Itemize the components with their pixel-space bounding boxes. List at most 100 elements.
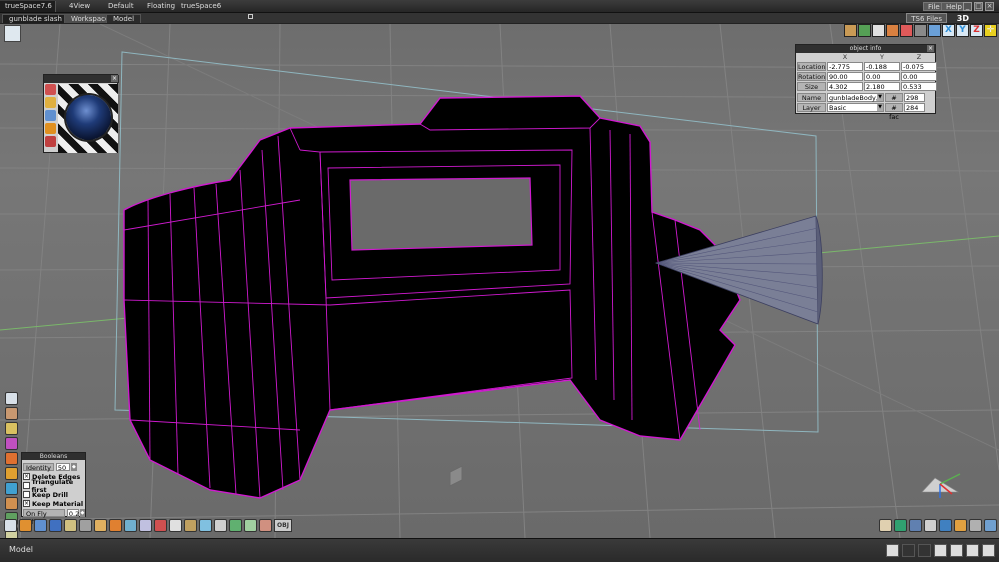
home-icon[interactable]: [900, 24, 913, 37]
link-icon[interactable]: [79, 519, 92, 532]
camera-icon[interactable]: [914, 24, 927, 37]
keep-material-row[interactable]: × Keep Material: [23, 499, 83, 508]
point-edit-icon[interactable]: [5, 437, 18, 450]
layer-select[interactable]: Basic ▼: [827, 103, 884, 112]
sphere-tool-icon[interactable]: [109, 519, 122, 532]
axis-y-icon[interactable]: Y: [956, 24, 969, 37]
location-x-field[interactable]: -2.775: [827, 62, 863, 71]
texture-icon[interactable]: [928, 24, 941, 37]
brush-icon[interactable]: [45, 97, 56, 108]
hand-icon[interactable]: [879, 519, 892, 532]
orbit-icon[interactable]: [924, 519, 937, 532]
move-icon[interactable]: ✛: [984, 24, 997, 37]
scene-name-tab[interactable]: gunblade slash: [2, 14, 69, 23]
sphere-icon[interactable]: [45, 123, 56, 134]
location-y-field[interactable]: -0.188: [864, 62, 900, 71]
chevron-down-icon[interactable]: ▼: [877, 104, 883, 111]
window-icon[interactable]: [886, 544, 899, 557]
zoom-icon[interactable]: [909, 519, 922, 532]
rotate-icon[interactable]: [5, 422, 18, 435]
scene-icon[interactable]: [934, 544, 947, 557]
checker-icon[interactable]: [214, 519, 227, 532]
lasso-icon[interactable]: [5, 407, 18, 420]
minimize-icon[interactable]: _: [963, 2, 972, 11]
rotation-y-field[interactable]: 0.00: [864, 72, 900, 81]
cube-icon[interactable]: [19, 519, 32, 532]
preferences-icon[interactable]: [982, 544, 995, 557]
display-icon[interactable]: [969, 519, 982, 532]
axis-z-icon[interactable]: Z: [970, 24, 983, 37]
object-icon[interactable]: [844, 24, 857, 37]
editor-icon[interactable]: [966, 544, 979, 557]
ts6-files-button[interactable]: TS6 Files: [906, 13, 947, 23]
frame-icon[interactable]: [872, 24, 885, 37]
sweep-icon[interactable]: [5, 482, 18, 495]
keep-material-checkbox[interactable]: ×: [23, 500, 30, 507]
bevel-icon[interactable]: [5, 497, 18, 510]
restore-icon[interactable]: □: [974, 2, 983, 11]
face-icon[interactable]: [259, 519, 272, 532]
light-icon[interactable]: [34, 519, 47, 532]
mode-3d-label[interactable]: 3D: [954, 13, 972, 24]
path-icon[interactable]: [124, 519, 137, 532]
library-icon[interactable]: [950, 544, 963, 557]
rotation-x-field[interactable]: 90.00: [827, 72, 863, 81]
rotation-z-field[interactable]: 0.00: [901, 72, 937, 81]
view-mode-icon[interactable]: [4, 25, 21, 42]
render-view-icon[interactable]: [954, 519, 967, 532]
triangulate-first-row[interactable]: Triangulate first: [23, 478, 85, 494]
tab-model[interactable]: Model: [106, 14, 142, 23]
name-field[interactable]: gunbladeBody,2 ▼: [827, 93, 884, 102]
material-swatch[interactable]: [58, 84, 118, 153]
glue-icon[interactable]: [94, 519, 107, 532]
close-icon[interactable]: ×: [111, 75, 118, 82]
camera-tool-icon[interactable]: [49, 519, 62, 532]
deform-tool-icon[interactable]: [184, 519, 197, 532]
size-x-field[interactable]: 4.302: [827, 82, 863, 91]
grid-icon[interactable]: [199, 519, 212, 532]
axis-x-icon[interactable]: X: [942, 24, 955, 37]
script-icon[interactable]: [918, 544, 931, 557]
chevron-down-icon[interactable]: ▼: [877, 94, 883, 101]
on-fly-offset-field[interactable]: 0.2: [66, 508, 79, 518]
close-icon[interactable]: ×: [985, 2, 994, 11]
console-icon[interactable]: [902, 544, 915, 557]
layers-icon[interactable]: [984, 519, 997, 532]
close-icon[interactable]: ×: [927, 45, 934, 52]
render-icon[interactable]: [886, 24, 899, 37]
size-z-field[interactable]: 0.533: [901, 82, 937, 91]
location-z-field[interactable]: -0.075: [901, 62, 937, 71]
skeleton-icon[interactable]: [229, 519, 242, 532]
layout-tab-4view[interactable]: 4View: [64, 1, 95, 12]
keep-drill-checkbox[interactable]: [23, 491, 30, 498]
bones-icon[interactable]: [244, 519, 257, 532]
group-icon[interactable]: [64, 519, 77, 532]
size-y-field[interactable]: 2.180: [864, 82, 900, 91]
perspective-icon[interactable]: [939, 519, 952, 532]
light-widget-icon[interactable]: [449, 465, 463, 487]
view-cube-icon[interactable]: [894, 519, 907, 532]
material-icon[interactable]: [858, 24, 871, 37]
layout-tab-floating[interactable]: Floating: [142, 1, 180, 12]
paint-tool-icon[interactable]: [154, 519, 167, 532]
offset-spinner[interactable]: ◆: [79, 508, 85, 517]
paint-icon[interactable]: [45, 84, 56, 95]
boolean-icon[interactable]: [5, 467, 18, 480]
object-tool-icon[interactable]: [4, 519, 17, 532]
obj-button[interactable]: OBJ: [274, 519, 292, 532]
identity-field[interactable]: 50: [55, 462, 70, 472]
triangulate-first-checkbox[interactable]: [23, 482, 30, 489]
layout-tab-truespace6[interactable]: trueSpace6: [176, 1, 226, 12]
layout-tab-default[interactable]: Default: [103, 1, 139, 12]
gunblade-body-mesh[interactable]: [123, 95, 741, 499]
keep-drill-row[interactable]: Keep Drill: [23, 490, 68, 499]
delete-edges-checkbox[interactable]: ×: [23, 473, 30, 480]
text-icon[interactable]: [169, 519, 182, 532]
select-icon[interactable]: [5, 392, 18, 405]
primitive-icon[interactable]: [5, 452, 18, 465]
spline-icon[interactable]: [139, 519, 152, 532]
eyedropper-icon[interactable]: [45, 136, 56, 147]
color-icon[interactable]: [45, 110, 56, 121]
identity-spinner[interactable]: ◆: [70, 462, 77, 471]
view-gizmo-icon[interactable]: [921, 473, 961, 498]
